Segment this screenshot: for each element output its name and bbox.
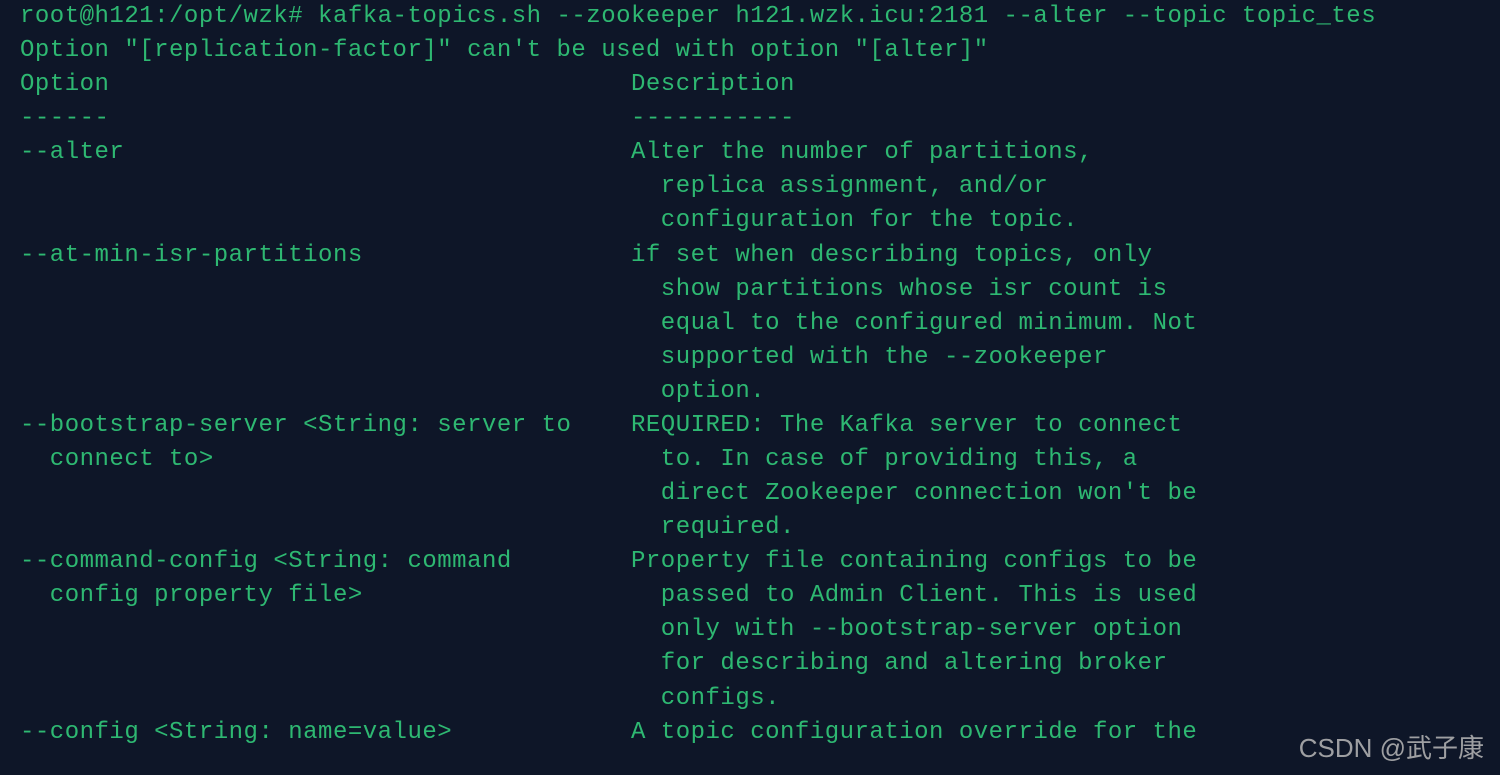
terminal-line: --config <String: name=value> A topic co… [20,716,1500,750]
terminal-line: configs. [20,682,1500,716]
terminal-line: replica assignment, and/or [20,170,1500,204]
terminal-line: required. [20,511,1500,545]
terminal-line: --bootstrap-server <String: server to RE… [20,409,1500,443]
terminal-line: configuration for the topic. [20,204,1500,238]
terminal-line: root@h121:/opt/wzk# kafka-topics.sh --zo… [20,0,1500,34]
terminal-line: --at-min-isr-partitions if set when desc… [20,239,1500,273]
terminal-line: only with --bootstrap-server option [20,613,1500,647]
terminal-line: Option Description [20,68,1500,102]
terminal-line: supported with the --zookeeper [20,341,1500,375]
terminal-line: direct Zookeeper connection won't be [20,477,1500,511]
terminal-line: Option "[replication-factor]" can't be u… [20,34,1500,68]
csdn-watermark: CSDN @武子康 [1299,730,1484,767]
terminal-line: equal to the configured minimum. Not [20,307,1500,341]
terminal-line: ------ ----------- [20,102,1500,136]
terminal-line: --alter Alter the number of partitions, [20,136,1500,170]
terminal-line: connect to> to. In case of providing thi… [20,443,1500,477]
terminal-line: --command-config <String: command Proper… [20,545,1500,579]
terminal-line: option. [20,375,1500,409]
terminal-line: config property file> passed to Admin Cl… [20,579,1500,613]
terminal-output: root@h121:/opt/wzk# kafka-topics.sh --zo… [0,0,1500,750]
terminal-line: show partitions whose isr count is [20,273,1500,307]
terminal-line: for describing and altering broker [20,647,1500,681]
